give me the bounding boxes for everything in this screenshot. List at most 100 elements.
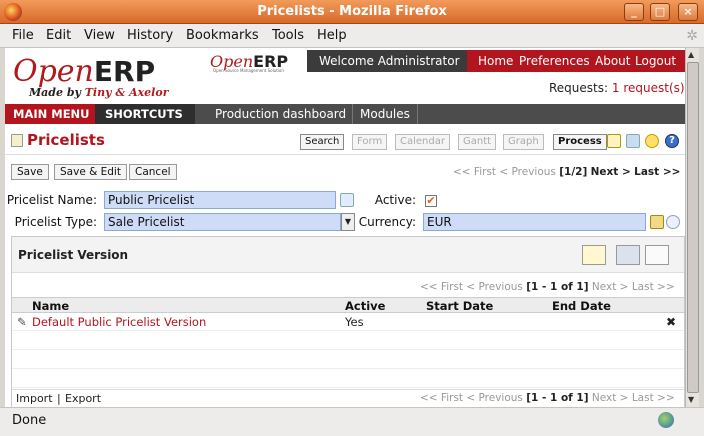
chevron-down-icon[interactable]: ▼ [341,213,355,231]
versions-pager-first[interactable]: << First [420,392,463,404]
translate-field-icon[interactable] [340,193,354,207]
versions-pager-next[interactable]: Next > [592,392,629,404]
table-row-empty [12,332,684,350]
scrollbar-thumb[interactable] [687,62,699,393]
menu-file[interactable]: File [12,28,34,43]
minimize-button[interactable]: _ [624,3,644,21]
menu-bookmarks[interactable]: Bookmarks [186,28,259,43]
versions-pager-next[interactable]: Next > [592,281,629,293]
vertical-scrollbar[interactable]: ▲ ▼ [685,48,699,407]
pricelist-name-label: Pricelist Name: [6,193,97,207]
table-row[interactable]: ✎ Default Public Pricelist Version Yes ✖ [12,313,684,331]
help-question-icon[interactable]: ? [665,134,679,148]
logo-made-by: Made by [29,86,81,99]
requests-indicator: Requests: 1 request(s) [549,81,685,95]
save-edit-button[interactable]: Save & Edit [54,164,127,180]
view-form-button[interactable]: Form [352,134,388,150]
column-name[interactable]: Name [32,299,69,313]
openerp-header: OpenERP Made by Tiny & Axelor OpenERP Op… [5,48,685,104]
close-button[interactable]: × [678,3,698,21]
welcome-text: Welcome Administrator [307,50,467,72]
versions-pager-previous[interactable]: < Previous [466,392,523,404]
menu-help[interactable]: Help [317,28,347,43]
versions-pager-position: [1 - 1 of 1] [526,281,589,293]
link-home[interactable]: Home [478,50,513,72]
pager-next[interactable]: Next > [591,166,631,178]
save-button[interactable]: Save [11,164,49,180]
logo-subtitle: Made by Tiny & Axelor [29,86,169,99]
requests-link[interactable]: 1 request(s) [612,81,685,95]
view-calendar-button[interactable]: Calendar [395,134,450,150]
export-link[interactable]: Export [65,392,101,405]
view-gantt-button[interactable]: Gantt [458,134,497,150]
nav-bar: MAIN MENU SHORTCUTS Production dashboard… [5,104,685,124]
menu-tools[interactable]: Tools [272,28,304,43]
menu-edit[interactable]: Edit [46,28,71,43]
versions-pager-bottom: << First < Previous [1 - 1 of 1] Next > … [420,392,675,404]
view-graph-button[interactable]: Graph [503,134,544,150]
requests-label: Requests: [549,81,609,95]
openerp-logo[interactable]: OpenERP [13,54,155,89]
menu-history[interactable]: History [127,28,173,43]
version-name-link[interactable]: Default Public Pricelist Version [32,315,206,329]
column-end-date[interactable]: End Date [552,299,611,313]
pricelist-type-label: Pricelist Type: [14,215,97,229]
logo-makers: Tiny & Axelor [84,86,169,99]
logo-erp-text: ERP [93,55,156,88]
view-process-button[interactable]: Process [553,134,607,150]
status-addon-icon[interactable] [658,412,674,428]
section-header: Pricelist Version [12,237,684,273]
active-checkbox[interactable]: ✔ [425,195,437,207]
search-icon[interactable] [666,215,680,229]
page-content: OpenERP Made by Tiny & Axelor OpenERP Op… [5,48,685,407]
column-active[interactable]: Active [345,299,385,313]
link-preferences[interactable]: Preferences [519,50,590,72]
table-row-empty [12,351,684,369]
loading-throbber-icon: ✲ [686,28,698,44]
shortcut-production-dashboard[interactable]: Production dashboard [215,104,346,124]
top-links: Home Preferences About Logout [467,50,685,72]
menu-view[interactable]: View [84,28,115,43]
main-menu-tab[interactable]: MAIN MENU [5,104,95,124]
pager-position: [1/2] [559,166,588,178]
logo-open-text: Open [13,54,94,89]
cancel-button[interactable]: Cancel [129,164,177,180]
link-logout[interactable]: Logout [635,50,676,72]
new-record-icon[interactable] [582,245,606,265]
page-title: Pricelists [27,131,105,149]
import-export-separator: | [57,392,61,405]
nav-divider [417,104,418,124]
edit-pencil-icon[interactable]: ✎ [17,315,27,329]
section-title: Pricelist Version [18,248,129,262]
pager-previous[interactable]: < Previous [499,166,556,178]
logo2-tagline: Open Source Management Solution [213,68,284,73]
import-link[interactable]: Import [16,392,53,405]
maximize-button[interactable]: □ [650,3,670,21]
pager-first[interactable]: << First [453,166,496,178]
view-search-button[interactable]: Search [300,134,345,150]
delete-row-icon[interactable]: ✖ [666,315,676,329]
link-about[interactable]: About [595,50,630,72]
versions-pager-first[interactable]: << First [420,281,463,293]
translate-icon[interactable] [626,134,640,148]
versions-pager-last[interactable]: Last >> [632,392,675,404]
open-folder-icon[interactable] [650,215,664,229]
divider [5,154,685,155]
clipboard-icon[interactable] [607,134,621,148]
versions-pager-last[interactable]: Last >> [632,281,675,293]
list-view-icon[interactable] [645,245,669,265]
scroll-down-icon[interactable]: ▼ [688,395,694,404]
shortcuts-tab[interactable]: SHORTCUTS [95,104,195,124]
column-start-date[interactable]: Start Date [426,299,493,313]
status-text: Done [12,413,47,428]
help-star-icon[interactable] [645,134,659,148]
currency-field[interactable]: EUR [423,213,646,231]
pager-last[interactable]: Last >> [634,166,680,178]
save-record-icon[interactable] [616,245,640,265]
shortcut-modules[interactable]: Modules [360,104,410,124]
versions-pager-previous[interactable]: < Previous [466,281,523,293]
pricelist-type-select[interactable]: Sale Pricelist [104,213,341,231]
nav-divider [352,104,353,124]
scroll-up-icon[interactable]: ▲ [688,50,694,59]
pricelist-name-field[interactable]: Public Pricelist [104,191,336,209]
